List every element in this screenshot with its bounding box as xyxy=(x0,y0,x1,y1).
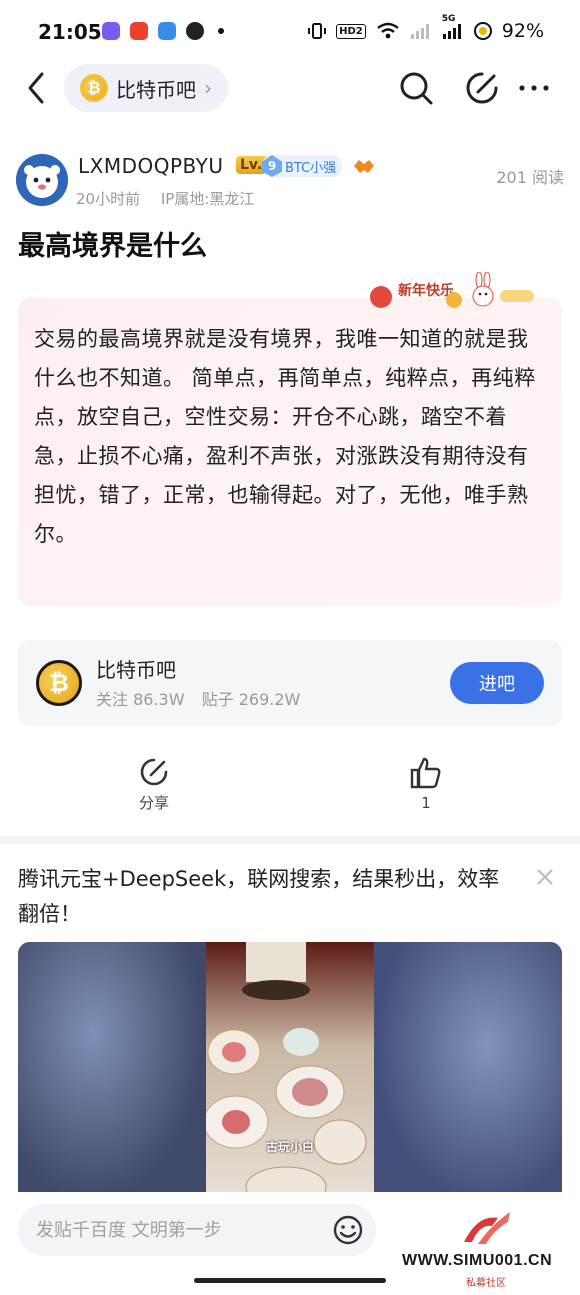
post-actions: 分享 1 xyxy=(0,756,580,820)
bottom-bar: WWW.SIMU001.CN 私募社区 xyxy=(0,1192,580,1295)
share-button[interactable]: 分享 xyxy=(114,756,194,813)
rabbit-icon xyxy=(472,272,494,307)
wifi-icon xyxy=(377,22,399,39)
shopping-app-icon xyxy=(130,22,148,40)
share-icon xyxy=(140,758,168,786)
forum-followers: 关注 86.3W xyxy=(96,690,185,709)
top-nav: ₿ 比特币吧 › xyxy=(0,62,580,114)
tieba-app-icon xyxy=(102,22,120,40)
like-count: 1 xyxy=(421,794,431,812)
more-notifications-icon xyxy=(218,28,224,34)
notification-icons xyxy=(102,22,224,40)
author-name[interactable]: LXMDOQPBYU xyxy=(78,154,224,178)
post-content: 交易的最高境界就是没有境界，我唯一知道的就是我什么也不知道。 简单点，再简单点，… xyxy=(34,327,536,546)
forum-posts: 贴子 269.2W xyxy=(201,690,301,709)
watermark-url: WWW.SIMU001.CN xyxy=(402,1252,553,1269)
qq-icon xyxy=(186,22,204,40)
fan-name: BTC小强 xyxy=(285,160,337,176)
ip-location: IP属地:黑龙江 xyxy=(160,190,255,208)
lantern-icon xyxy=(370,286,392,308)
section-divider xyxy=(0,836,580,844)
battery-icon xyxy=(473,22,492,40)
post-time: 20小时前 xyxy=(76,190,141,208)
avatar[interactable] xyxy=(16,154,68,206)
handshake-icon xyxy=(354,160,374,173)
forum-card[interactable]: ₿ 比特币吧 关注 86.3W 贴子 269.2W 进吧 xyxy=(18,640,562,726)
author-row: LXMDOQPBYU Lv.8 9 BTC小强 20小时前 IP属地:黑龙江 2… xyxy=(16,150,564,210)
bitcoin-icon: ₿ xyxy=(80,74,108,102)
ad-video[interactable]: 古玩小白 xyxy=(18,942,562,1202)
signal-weak-icon xyxy=(410,24,429,39)
new-year-decoration: 新年快乐 xyxy=(370,272,538,314)
coin-icon xyxy=(446,292,462,308)
status-time: 21:05 xyxy=(38,20,102,44)
battery-level: 92% xyxy=(501,20,544,42)
forum-pill[interactable]: ₿ 比特币吧 › xyxy=(64,64,228,112)
back-icon[interactable] xyxy=(22,70,50,106)
watermark-subtitle: 私募社区 xyxy=(466,1278,506,1289)
enter-forum-button[interactable]: 进吧 xyxy=(450,662,544,704)
thumbs-up-icon xyxy=(410,757,441,789)
forum-pill-label: 比特币吧 xyxy=(116,77,196,102)
blurred-background-left xyxy=(18,942,206,1202)
watermark: WWW.SIMU001.CN 私募社区 xyxy=(402,1208,574,1289)
fan-level: 9 xyxy=(262,155,282,177)
avatar-image xyxy=(16,154,68,206)
chevron-right-icon: › xyxy=(204,76,212,100)
post-title: 最高境界是什么 xyxy=(18,231,207,262)
forum-stats: 关注 86.3W 贴子 269.2W xyxy=(96,686,312,710)
search-icon[interactable] xyxy=(398,70,434,106)
close-icon[interactable] xyxy=(534,866,556,888)
bitcoin-forum-logo: ₿ xyxy=(36,660,82,706)
edit-post-icon[interactable] xyxy=(464,70,500,106)
ad-title[interactable]: 腾讯元宝+DeepSeek，联网搜索，结果秒出，效率翻倍！ xyxy=(18,862,508,932)
porcelain-plates-image xyxy=(203,942,367,1202)
cloud-icon xyxy=(500,290,534,302)
more-icon[interactable] xyxy=(516,70,552,106)
signal-icon xyxy=(442,24,461,39)
home-indicator[interactable] xyxy=(194,1278,386,1283)
video-caption: 古玩小白 xyxy=(266,1140,315,1154)
hd-badge: HD2 xyxy=(336,23,366,39)
video-frame: 古玩小白 xyxy=(203,942,374,1202)
blurred-background-right xyxy=(374,942,562,1202)
fan-badge: 9 BTC小强 xyxy=(262,155,343,177)
read-count: 201 阅读 xyxy=(496,168,564,187)
status-right: HD2 5G 92% xyxy=(308,14,544,42)
comment-input[interactable] xyxy=(18,1204,376,1256)
status-bar: 21:05 HD2 5G 92% xyxy=(0,0,580,66)
emoji-icon[interactable] xyxy=(332,1214,364,1246)
network-label: 5G xyxy=(441,14,456,24)
vibrate-icon xyxy=(308,23,327,39)
blue-app-icon xyxy=(158,22,176,40)
forum-card-name: 比特币吧 xyxy=(96,658,176,682)
share-label: 分享 xyxy=(138,794,169,812)
watermark-logo xyxy=(464,1212,510,1244)
like-button[interactable]: 1 xyxy=(386,756,466,812)
post-content-card: 新年快乐 交易的最高境界就是没有境界，我唯一知道的就是我什么也不知道。 简单点，… xyxy=(18,272,562,606)
post-meta: 20小时前 IP属地:黑龙江 xyxy=(76,188,270,209)
